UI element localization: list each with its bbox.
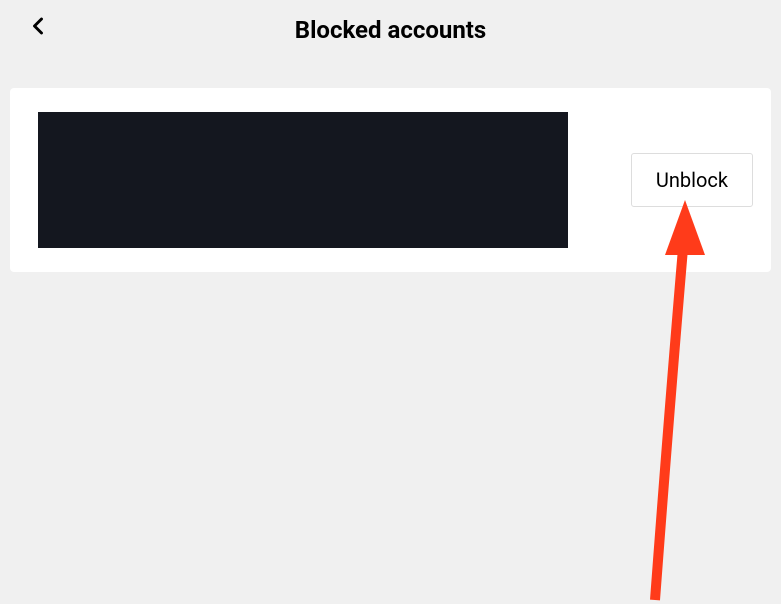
- back-button[interactable]: [24, 12, 52, 40]
- blocked-account-row: Unblock: [10, 88, 771, 272]
- account-info-redacted: [38, 112, 568, 248]
- chevron-left-icon: [24, 12, 52, 40]
- header-bar: Blocked accounts: [0, 0, 781, 60]
- page-title: Blocked accounts: [16, 16, 765, 44]
- unblock-button[interactable]: Unblock: [631, 153, 753, 207]
